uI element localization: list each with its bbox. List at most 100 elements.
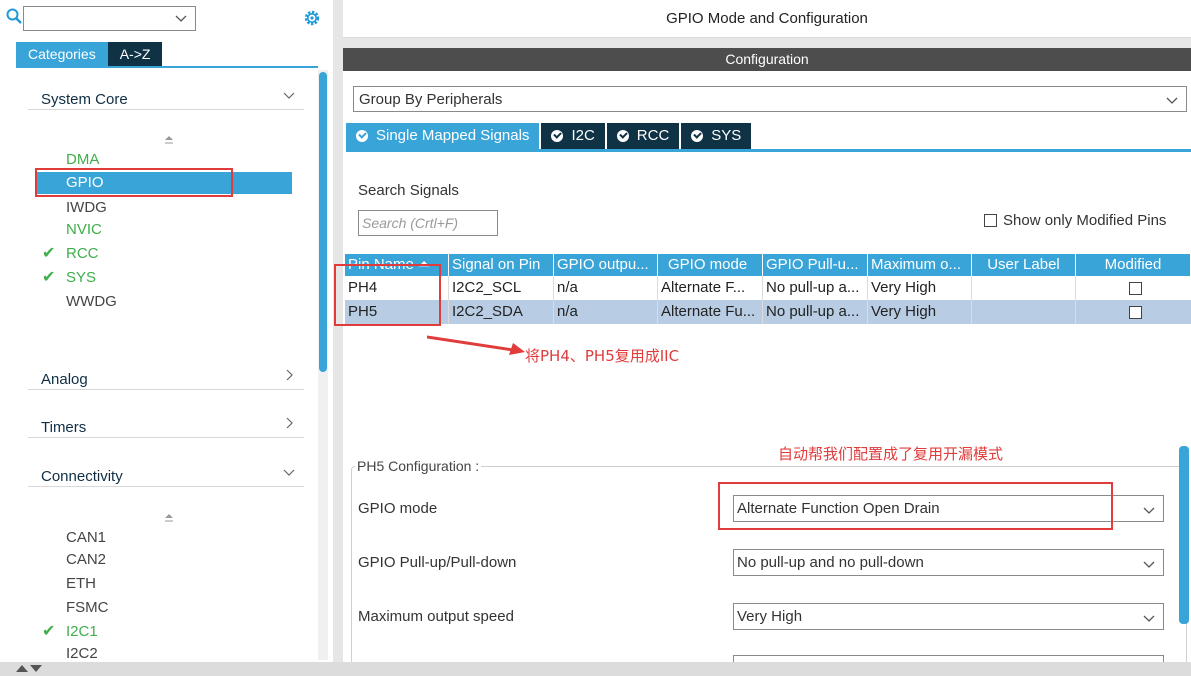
group-by-select[interactable]: Group By Peripherals xyxy=(353,86,1187,112)
tab-label: RCC xyxy=(636,127,670,144)
cell-output: n/a xyxy=(554,300,658,324)
sidebar-item-sys[interactable]: ✔ SYS xyxy=(42,268,97,288)
cell-pull: No pull-up a... xyxy=(763,300,868,324)
table-row-selected[interactable]: PH5 I2C2_SDA n/a Alternate Fu... No pull… xyxy=(345,300,1191,324)
sidebar-item-eth[interactable]: ETH xyxy=(66,574,96,594)
section-label: Analog xyxy=(41,371,88,388)
gpio-pull-select[interactable]: No pull-up and no pull-down xyxy=(733,549,1164,576)
check-circle-icon xyxy=(691,130,704,142)
section-label: Timers xyxy=(41,419,87,436)
col-header-max-speed[interactable]: Maximum o... xyxy=(868,254,972,276)
col-header-gpio-mode[interactable]: GPIO mode xyxy=(658,254,763,276)
section-label: Connectivity xyxy=(41,468,123,485)
table-header: Pin Name ⏶ Signal on Pin GPIO outpu... G… xyxy=(345,254,1191,276)
checkbox-box[interactable] xyxy=(984,214,997,227)
sidebar-item-iwdg[interactable]: IWDG xyxy=(66,198,107,218)
sort-icon[interactable] xyxy=(164,510,174,522)
signal-tabs: Single Mapped Signals I2C RCC SYS xyxy=(346,123,753,149)
search-signals-input[interactable]: Search (Crtl+F) xyxy=(358,210,498,236)
tab-label: I2C xyxy=(571,127,595,144)
col-header-user-label[interactable]: User Label xyxy=(972,254,1076,276)
pin-table: Pin Name ⏶ Signal on Pin GPIO outpu... G… xyxy=(345,254,1191,324)
show-modified-pins-checkbox[interactable]: Show only Modified Pins xyxy=(984,212,1166,229)
col-header-gpio-output[interactable]: GPIO outpu... xyxy=(554,254,658,276)
panel-divider[interactable] xyxy=(333,0,343,662)
collapse-down-icon[interactable] xyxy=(30,665,42,672)
cell-speed: Very High xyxy=(868,300,972,324)
right-scrollbar[interactable] xyxy=(1179,446,1189,624)
scrollbar-thumb[interactable] xyxy=(319,72,327,372)
chevron-right-icon[interactable] xyxy=(282,368,296,382)
max-speed-label: Maximum output speed xyxy=(358,608,514,625)
check-icon: ✔ xyxy=(42,245,56,262)
cell-modified[interactable] xyxy=(1076,276,1191,300)
cell-modified[interactable] xyxy=(1076,300,1191,324)
sidebar-item-can2[interactable]: CAN2 xyxy=(66,550,106,570)
chevron-down-icon[interactable] xyxy=(282,88,296,102)
max-speed-select[interactable]: Very High xyxy=(733,603,1164,630)
search-signals-label: Search Signals xyxy=(358,182,459,199)
gear-icon[interactable] xyxy=(302,8,322,28)
sidebar-item-nvic[interactable]: NVIC xyxy=(66,220,102,240)
table-row[interactable]: PH4 I2C2_SCL n/a Alternate F... No pull-… xyxy=(345,276,1191,300)
sidebar-item-i2c2[interactable]: I2C2 xyxy=(66,644,98,664)
left-panel: Categories A->Z System Core DMA GPIO IWD… xyxy=(0,0,333,662)
cell-signal: I2C2_SCL xyxy=(449,276,554,300)
sidebar-item-rcc[interactable]: ✔ RCC xyxy=(42,244,99,264)
annotation-text-pins: 将PH4、PH5复用成IIC xyxy=(525,347,680,365)
check-circle-icon xyxy=(356,130,368,142)
configuration-header: Configuration xyxy=(343,48,1191,71)
cell-mode: Alternate F... xyxy=(658,276,763,300)
tab-i2c[interactable]: I2C xyxy=(541,123,605,149)
tab-categories[interactable]: Categories xyxy=(16,42,108,66)
chevron-down-icon[interactable] xyxy=(1143,611,1155,623)
sidebar-item-dma[interactable]: DMA xyxy=(66,150,99,170)
chevron-right-icon[interactable] xyxy=(282,416,296,430)
section-timers[interactable]: Timers xyxy=(28,398,304,438)
cell-user-label[interactable] xyxy=(972,300,1076,324)
section-system-core[interactable]: System Core xyxy=(28,70,304,110)
chevron-down-icon[interactable] xyxy=(282,465,296,479)
tab-a-z[interactable]: A->Z xyxy=(107,42,163,66)
tab-label: Single Mapped Signals xyxy=(376,127,530,144)
section-label: System Core xyxy=(41,91,128,108)
search-icon[interactable] xyxy=(6,8,22,24)
expand-up-icon[interactable] xyxy=(16,665,28,672)
sidebar-item-i2c1[interactable]: ✔ I2C1 xyxy=(42,622,98,642)
sidebar-item-fsmc[interactable]: FSMC xyxy=(66,598,109,618)
checkbox-label: Show only Modified Pins xyxy=(1003,212,1167,229)
annotation-box-gpio xyxy=(35,168,233,197)
search-combo[interactable] xyxy=(23,6,196,31)
section-connectivity[interactable]: Connectivity xyxy=(28,447,304,487)
cell-output: n/a xyxy=(554,276,658,300)
col-header-gpio-pull[interactable]: GPIO Pull-u... xyxy=(763,254,868,276)
chevron-down-icon[interactable] xyxy=(1143,557,1155,569)
sidebar-item-label: SYS xyxy=(66,269,97,286)
check-icon: ✔ xyxy=(42,269,56,286)
check-circle-icon xyxy=(551,130,564,142)
check-circle-icon xyxy=(616,130,629,142)
tab-single-mapped-signals[interactable]: Single Mapped Signals xyxy=(346,123,540,149)
col-header-modified[interactable]: Modified xyxy=(1076,254,1191,276)
left-scrollbar[interactable] xyxy=(318,70,328,660)
modified-checkbox[interactable] xyxy=(1128,305,1142,319)
chevron-down-icon[interactable] xyxy=(1143,503,1155,515)
bottom-bar xyxy=(0,662,1191,676)
section-analog[interactable]: Analog xyxy=(28,350,304,390)
page-title: GPIO Mode and Configuration xyxy=(343,0,1191,38)
tab-rcc[interactable]: RCC xyxy=(606,123,680,149)
group-by-value: Group By Peripherals xyxy=(359,91,503,108)
chevron-down-icon[interactable] xyxy=(175,11,187,23)
cell-user-label[interactable] xyxy=(972,276,1076,300)
col-header-signal[interactable]: Signal on Pin xyxy=(449,254,554,276)
annotation-text-mode: 自动帮我们配置成了复用开漏模式 xyxy=(778,445,1004,463)
modified-checkbox[interactable] xyxy=(1128,281,1142,295)
tab-sys[interactable]: SYS xyxy=(681,123,752,149)
cell-signal: I2C2_SDA xyxy=(449,300,554,324)
annotation-box-pins xyxy=(334,264,441,326)
chevron-down-icon[interactable] xyxy=(1166,93,1178,105)
divider xyxy=(343,38,1191,48)
sidebar-item-can1[interactable]: CAN1 xyxy=(66,528,106,548)
sort-icon[interactable] xyxy=(164,132,174,144)
sidebar-item-wwdg[interactable]: WWDG xyxy=(66,292,117,312)
